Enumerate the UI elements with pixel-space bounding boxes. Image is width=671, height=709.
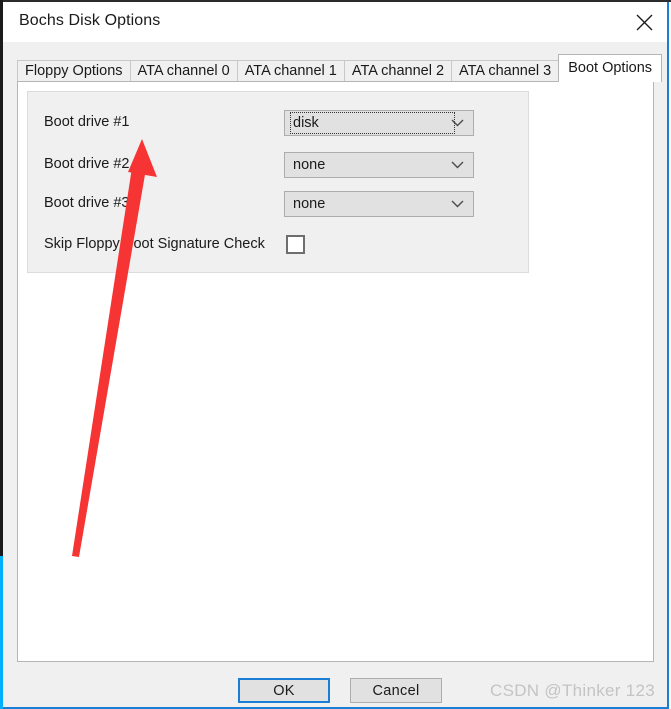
tab-list: Floppy Options ATA channel 0 ATA channel… [17, 54, 663, 82]
tab-ata-channel-2[interactable]: ATA channel 2 [343, 60, 453, 82]
boot-options-group: Boot drive #1 disk Boot drive #2 none Bo… [27, 91, 529, 273]
title-bar: Bochs Disk Options [3, 2, 667, 42]
watermark-text: CSDN @Thinker 123 [490, 681, 656, 700]
ok-button-label: OK [273, 682, 295, 699]
close-button[interactable] [621, 2, 667, 42]
tab-ata-channel-0[interactable]: ATA channel 0 [129, 60, 238, 82]
skip-floppy-signature-label: Skip Floppy Boot Signature Check [44, 236, 265, 252]
dialog-button-bar: OK Cancel CSDN @Thinker 123 [3, 664, 667, 709]
chevron-down-icon [447, 153, 467, 177]
chevron-down-icon [447, 192, 467, 216]
tab-ata-channel-3[interactable]: ATA channel 3 [451, 60, 560, 82]
ok-button[interactable]: OK [238, 678, 330, 703]
bochs-disk-options-dialog: Bochs Disk Options Floppy Options ATA ch… [3, 2, 669, 709]
tab-label: ATA channel 2 [351, 63, 445, 80]
tab-floppy-options[interactable]: Floppy Options [17, 60, 131, 82]
window-title: Bochs Disk Options [19, 12, 161, 29]
boot-drive-1-label: Boot drive #1 [44, 114, 130, 130]
boot-drive-2-label: Boot drive #2 [44, 156, 130, 172]
boot-drive-3-label: Boot drive #3 [44, 195, 130, 211]
boot-drive-1-value: disk [290, 112, 455, 134]
tab-label: Floppy Options [25, 63, 123, 80]
boot-drive-1-row: Boot drive #1 disk [28, 110, 528, 138]
tab-label: ATA channel 1 [244, 63, 337, 80]
boot-drive-2-value: none [293, 157, 326, 173]
boot-drive-3-row: Boot drive #3 none [28, 191, 528, 219]
tab-label: ATA channel 0 [137, 63, 230, 80]
boot-drive-3-value: none [293, 196, 326, 212]
screenshot-canvas: Bochs Disk Options Floppy Options ATA ch… [0, 0, 671, 709]
cancel-button-label: Cancel [372, 682, 420, 699]
skip-floppy-signature-row: Skip Floppy Boot Signature Check [28, 232, 528, 260]
boot-drive-1-select[interactable]: disk [284, 110, 474, 136]
boot-drive-2-select[interactable]: none [284, 152, 474, 178]
chevron-down-icon [447, 111, 467, 135]
close-icon [636, 14, 653, 31]
skip-floppy-signature-checkbox[interactable] [286, 235, 305, 254]
boot-drive-2-row: Boot drive #2 none [28, 152, 528, 180]
tab-label: ATA channel 3 [459, 63, 552, 80]
tab-page-boot-options: Boot drive #1 disk Boot drive #2 none Bo… [17, 81, 654, 662]
tab-strip: Floppy Options ATA channel 0 ATA channel… [3, 42, 667, 82]
tab-label: Boot Options [568, 60, 653, 77]
tab-ata-channel-1[interactable]: ATA channel 1 [236, 60, 345, 82]
tab-boot-options[interactable]: Boot Options [558, 54, 663, 82]
boot-drive-3-select[interactable]: none [284, 191, 474, 217]
cancel-button[interactable]: Cancel [350, 678, 442, 703]
